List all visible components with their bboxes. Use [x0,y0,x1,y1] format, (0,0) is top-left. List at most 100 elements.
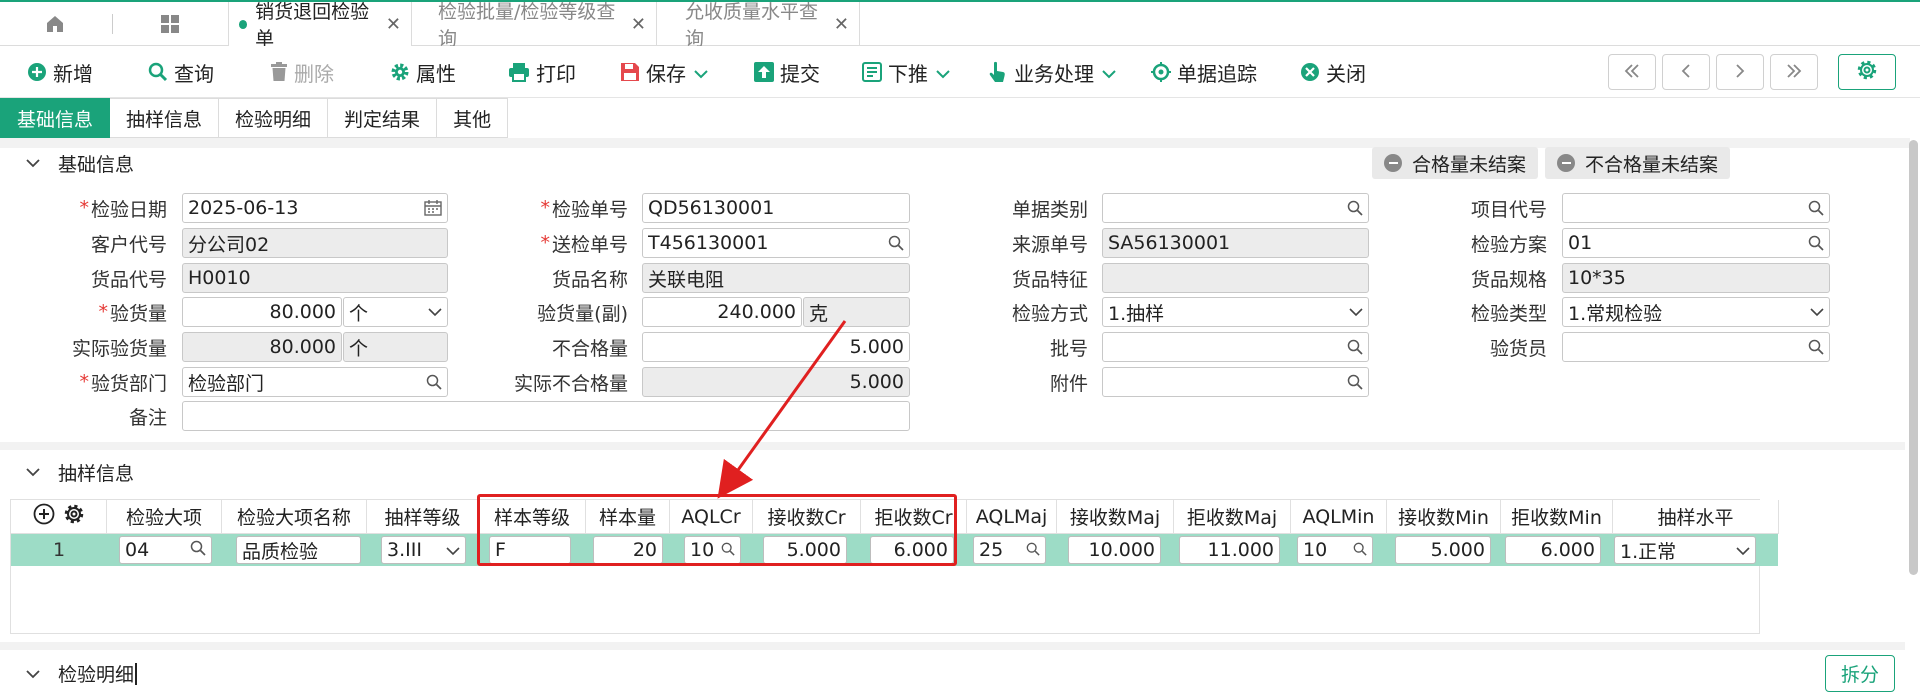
accept-min-input[interactable]: 5.000 [1395,536,1491,564]
aql-min-input[interactable]: 10 [1297,536,1373,564]
properties-button[interactable]: 属性 [390,56,456,88]
remark-field[interactable] [182,401,910,431]
delete-button[interactable]: 删除 [270,56,334,88]
reject-maj-input[interactable]: 11.000 [1179,536,1280,564]
project-code-field[interactable] [1562,193,1830,223]
pass-qty-open-badge[interactable]: 合格量未结案 [1372,147,1539,179]
source-no-field: SA56130001 [1102,228,1369,258]
submit-button[interactable]: 提交 [754,56,820,88]
save-button[interactable]: 保存 [620,56,708,88]
doc-type-field[interactable] [1102,193,1369,223]
aql-maj-input[interactable]: 25 [973,536,1046,564]
first-record-button[interactable] [1608,54,1656,90]
query-button[interactable]: 查询 [148,56,214,88]
inspect-qty-sub-unit-field: 克 [803,297,910,327]
split-button[interactable]: 拆分 [1825,655,1895,692]
fail-qty-open-badge[interactable]: 不合格量未结案 [1545,147,1731,179]
column-header[interactable]: 接收数Maj [1057,500,1174,534]
search-icon[interactable] [1808,235,1824,251]
grid-header-actions [11,500,107,534]
inspector-field[interactable] [1562,332,1830,362]
search-icon[interactable] [888,235,904,251]
inspect-no-field[interactable]: QD56130001 [642,193,910,223]
next-record-button[interactable] [1716,54,1764,90]
tab-basic-info[interactable]: 基础信息 [0,98,111,138]
push-down-button[interactable]: 下推 [862,56,950,88]
chevron-down-icon [428,307,442,317]
close-circle-icon [1300,62,1320,82]
close-icon[interactable]: ✕ [631,14,646,35]
tab-judgment-result[interactable]: 判定结果 [328,98,438,138]
inspect-method-select[interactable]: 1.抽样 [1102,297,1369,327]
gear-icon[interactable] [63,503,85,530]
add-row-icon[interactable] [33,503,55,530]
column-header[interactable]: 检验大项名称 [222,500,367,534]
submit-no-field[interactable]: T456130001 [642,228,910,258]
inspect-qty-field[interactable]: 80.000 [182,297,342,327]
target-icon [1151,62,1171,82]
print-button[interactable]: 打印 [508,56,576,88]
chevron-down-icon[interactable] [936,60,950,84]
business-process-button[interactable]: 业务处理 [988,56,1116,88]
chevron-down-icon[interactable] [1102,60,1116,84]
sampling-level-select[interactable]: 1.正常 [1614,536,1756,564]
search-icon[interactable] [1026,539,1040,561]
inspect-type-select[interactable]: 1.常规检验 [1562,297,1830,327]
close-button[interactable]: 关闭 [1300,56,1366,88]
section-divider [0,442,1905,450]
search-icon[interactable] [1808,200,1824,216]
search-icon[interactable] [1347,339,1363,355]
new-button[interactable]: 新增 [27,56,93,88]
inspect-date-field[interactable]: 2025-06-13 [182,193,448,223]
batch-no-field[interactable] [1102,332,1369,362]
inspection-detail-header[interactable]: 检验明细 [0,655,1910,692]
inspector-label: 验货员 [1489,337,1547,360]
accept-maj-input[interactable]: 10.000 [1068,536,1161,564]
column-header[interactable]: AQLMaj [967,500,1057,534]
column-header[interactable]: 拒收数Min [1501,500,1613,534]
inspect-qty-sub-field[interactable]: 240.000 [642,297,802,327]
column-header[interactable]: 拒收数Maj [1174,500,1291,534]
inspect-qty-unit-select[interactable]: 个 [343,297,448,327]
sampling-info-header[interactable]: 抽样信息 [0,452,1910,492]
search-icon[interactable] [1347,200,1363,216]
last-record-button[interactable] [1770,54,1818,90]
hand-pointer-icon [988,61,1008,83]
tab-batch-level-query[interactable]: 检验批量/检验等级查询 ✕ [412,1,657,50]
column-header[interactable]: AQLMin [1291,500,1387,534]
attachment-field[interactable] [1102,367,1369,397]
tab-sampling-info[interactable]: 抽样信息 [110,98,220,138]
close-icon[interactable]: ✕ [386,14,401,35]
calendar-icon[interactable] [424,200,442,216]
search-icon[interactable] [1353,539,1367,561]
column-header[interactable]: 抽样等级 [367,500,479,534]
item-feature-label: 货品特征 [1011,268,1088,291]
search-icon[interactable] [1347,374,1363,390]
home-icon[interactable] [20,2,90,46]
column-header[interactable]: 检验大项 [107,500,222,534]
search-icon[interactable] [190,539,206,561]
sampling-grade-select[interactable]: 3.III [381,536,466,564]
column-header[interactable]: 接收数Min [1387,500,1501,534]
unqualified-qty-field[interactable]: 5.000 [642,332,910,362]
major-item-input[interactable]: 04 [119,536,212,564]
inspect-method-label: 检验方式 [1011,302,1088,325]
tab-inspection-detail[interactable]: 检验明细 [219,98,329,138]
scrollbar-thumb[interactable] [1909,140,1918,575]
settings-button[interactable] [1838,54,1896,90]
tab-aql-query[interactable]: 允收质量水平查询 ✕ [657,1,860,50]
reject-min-input[interactable]: 6.000 [1505,536,1601,564]
search-icon[interactable] [426,374,442,390]
tab-sales-return-inspection[interactable]: 销货退回检验单 ✕ [228,1,412,50]
column-header[interactable]: 抽样水平 [1613,500,1779,534]
close-icon[interactable]: ✕ [834,14,849,35]
inspect-plan-field[interactable]: 01 [1562,228,1830,258]
trace-button[interactable]: 单据追踪 [1151,56,1257,88]
inspect-dept-field[interactable]: 检验部门 [182,367,448,397]
major-item-name-input[interactable]: 品质检验 [236,536,361,564]
chevron-down-icon[interactable] [694,60,708,84]
apps-grid-icon[interactable] [135,2,205,46]
previous-record-button[interactable] [1662,54,1710,90]
search-icon[interactable] [1808,339,1824,355]
tab-other[interactable]: 其他 [437,98,509,138]
